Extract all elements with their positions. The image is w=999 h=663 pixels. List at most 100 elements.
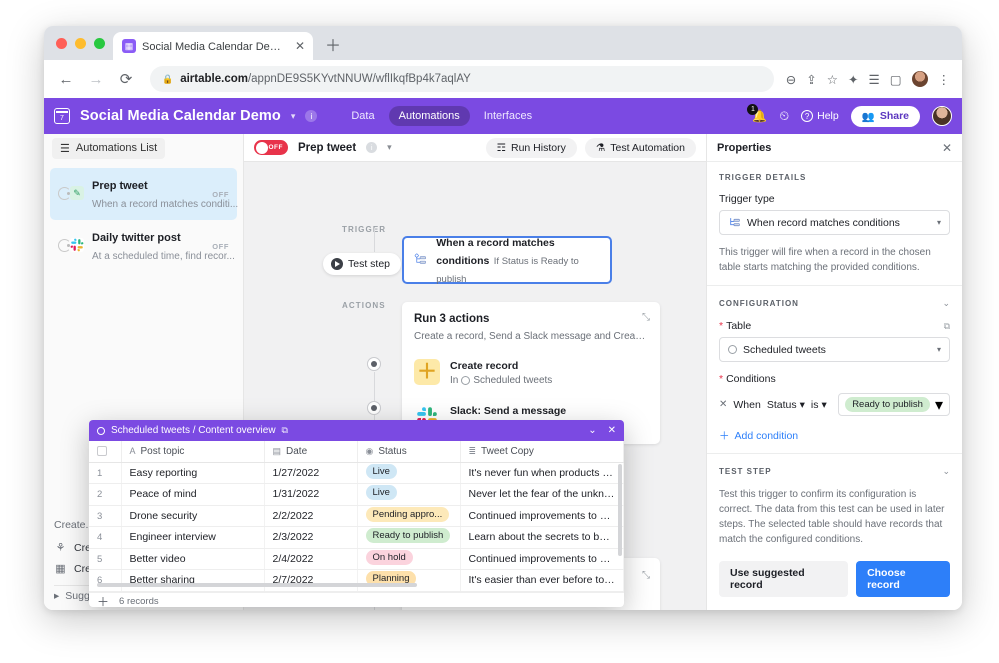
table-row[interactable]: 3 Drone security 2/2/2022 Pending appro.… [89,505,624,527]
action-node-dot[interactable] [367,401,381,415]
cell-tweet-copy[interactable]: Learn about the secrets to building ... [460,526,624,549]
close-icon[interactable]: ✕ [608,425,616,436]
maximize-window-button[interactable] [94,37,105,49]
zoom-out-icon[interactable]: ⊖ [786,72,796,87]
profile-avatar-icon[interactable] [911,71,928,87]
chevron-down-icon[interactable]: ⌄ [942,466,950,477]
collapse-diagonal-icon[interactable]: ⤡ [642,312,650,323]
cell-status[interactable]: Live [357,483,461,506]
condition-operator-select[interactable]: is ▾ [811,399,827,411]
cell-status[interactable]: Planning [357,569,461,592]
table-row[interactable]: 5 Better video 2/4/2022 On hold Continue… [89,548,624,570]
close-icon[interactable]: ✕ [719,399,727,410]
cell-post-topic[interactable]: Easy reporting [121,462,265,484]
share-icon[interactable]: ⇪ [806,72,816,87]
cell-date[interactable]: 2/2/2022 [264,505,358,527]
table-row[interactable]: 6 Better sharing 2/7/2022 Planning It's … [89,569,624,592]
panel-header[interactable]: Scheduled tweets / Content overview ⧉ ⌄ … [89,420,624,441]
action-create-record[interactable]: ＋ Create record In Scheduled tweets [414,356,648,387]
horizontal-scrollbar[interactable] [97,583,417,587]
bell-icon[interactable]: 🔔 1 [747,104,767,123]
cell-status[interactable]: Pending appro... [357,505,461,527]
add-condition-button[interactable]: ＋ Add condition [719,428,950,443]
chevron-down-icon[interactable]: ⌄ [588,425,596,436]
test-step-button[interactable]: Test step [323,253,402,275]
chevron-down-icon[interactable]: ▾ [387,142,392,153]
new-tab-button[interactable]: ＋ [325,32,341,56]
condition-field-select[interactable]: Status ▾ [767,399,805,411]
automation-enable-toggle[interactable]: OFF [254,140,288,155]
cell-date[interactable]: 1/27/2022 [264,462,358,484]
cell-tweet-copy[interactable]: It's never fun when products go do... [460,462,624,484]
forward-arrow-icon[interactable]: → [84,67,108,91]
sidebar-item-prep-tweet[interactable]: ✎ Prep tweet When a record matches condi… [50,168,238,220]
checkbox-icon[interactable] [97,446,107,457]
cell-post-topic[interactable]: Better sharing [121,569,265,592]
expand-icon[interactable]: ⧉ [944,321,950,332]
vertical-scrollbar[interactable] [618,464,622,556]
automations-list-button[interactable]: ☰ Automations List [52,137,166,159]
trigger-type-select[interactable]: When record matches conditions ▾ [719,210,950,235]
cell-tweet-copy[interactable]: It's easier than ever before to share ..… [460,569,624,592]
action-node-dot[interactable] [367,357,381,371]
bookmark-star-icon[interactable]: ☆ [827,72,838,87]
reload-icon[interactable]: ⟳ [114,67,138,91]
back-arrow-icon[interactable]: ← [54,67,78,91]
cell-tweet-copy[interactable]: Never let the fear of the unknown ge... [460,483,624,506]
info-icon[interactable]: i [366,142,378,153]
tab-data[interactable]: Data [341,106,384,126]
close-icon[interactable]: ✕ [942,141,952,155]
reading-list-icon[interactable]: ☰ [868,72,879,87]
condition-value-select[interactable]: Ready to publish ▾ [838,393,950,416]
info-icon[interactable]: i [305,110,318,122]
address-bar[interactable]: 🔒 airtable.com/appnDE9S5KYvtNNUW/wflIkqf… [150,66,774,92]
chevron-down-icon[interactable]: ▾ [291,111,296,122]
trigger-card[interactable]: When a record matches conditions If Stat… [402,236,612,285]
tab-interfaces[interactable]: Interfaces [474,106,542,126]
table-row[interactable]: 2 Peace of mind 1/31/2022 Live Never let… [89,483,624,506]
conditions-label-text: Conditions [726,373,776,385]
use-suggested-record-button[interactable]: Use suggested record [719,561,849,597]
cell-tweet-copy[interactable]: Continued improvements to our dro... [460,505,624,527]
cell-status[interactable]: Live [357,462,461,484]
cell-date[interactable]: 1/31/2022 [264,483,358,506]
cell-post-topic[interactable]: Engineer interview [121,526,265,549]
close-window-button[interactable] [56,37,67,49]
cell-post-topic[interactable]: Peace of mind [121,483,265,506]
external-link-icon[interactable]: ⧉ [282,425,288,436]
cell-date[interactable]: 2/7/2022 [264,569,358,592]
add-record-button[interactable]: ＋ [97,593,109,608]
column-header-status[interactable]: ◉ Status [357,441,461,463]
column-header-tweet-copy[interactable]: ≣ Tweet Copy [460,441,624,463]
column-header-post-topic[interactable]: A Post topic [121,441,265,463]
run-history-button[interactable]: ☶ Run History [485,137,577,158]
tab-automations[interactable]: Automations [388,106,470,126]
cell-post-topic[interactable]: Drone security [121,505,265,527]
cell-tweet-copy[interactable]: Continued improvements to video p... [460,548,624,570]
browser-tab[interactable]: ▦ Social Media Calendar Demo: ✂ ✕ [113,32,313,60]
table-row[interactable]: 4 Engineer interview 2/3/2022 Ready to p… [89,526,624,549]
table-select[interactable]: Scheduled tweets ▾ [719,337,950,362]
help-button[interactable]: ? Help [801,110,839,122]
column-header-select-all[interactable] [89,441,122,463]
share-button[interactable]: 👥 Share [850,105,920,127]
cell-post-topic[interactable]: Better video [121,548,265,570]
collapse-diagonal-icon[interactable]: ⤡ [642,570,650,581]
close-icon[interactable]: ✕ [295,39,305,53]
cell-date[interactable]: 2/4/2022 [264,548,358,570]
side-panel-icon[interactable]: ▢ [890,72,902,87]
cell-status[interactable]: On hold [357,548,461,570]
history-icon[interactable]: ⏲ [779,109,789,124]
choose-record-button[interactable]: Choose record [856,561,950,597]
chevron-down-icon[interactable]: ⌄ [942,298,950,309]
cell-date[interactable]: 2/3/2022 [264,526,358,549]
table-row[interactable]: 1 Easy reporting 1/27/2022 Live It's nev… [89,462,624,484]
avatar[interactable] [932,106,952,126]
minimize-window-button[interactable] [75,37,86,49]
cell-status[interactable]: Ready to publish [357,526,461,549]
extensions-puzzle-icon[interactable]: ✦ [848,72,858,87]
column-header-date[interactable]: ▤ Date [264,441,358,463]
more-menu-icon[interactable]: ⋮ [938,72,951,87]
sidebar-item-daily-twitter-post[interactable]: Daily twitter post At a scheduled time, … [50,220,237,272]
test-automation-button[interactable]: ⚗ Test Automation [584,137,696,158]
